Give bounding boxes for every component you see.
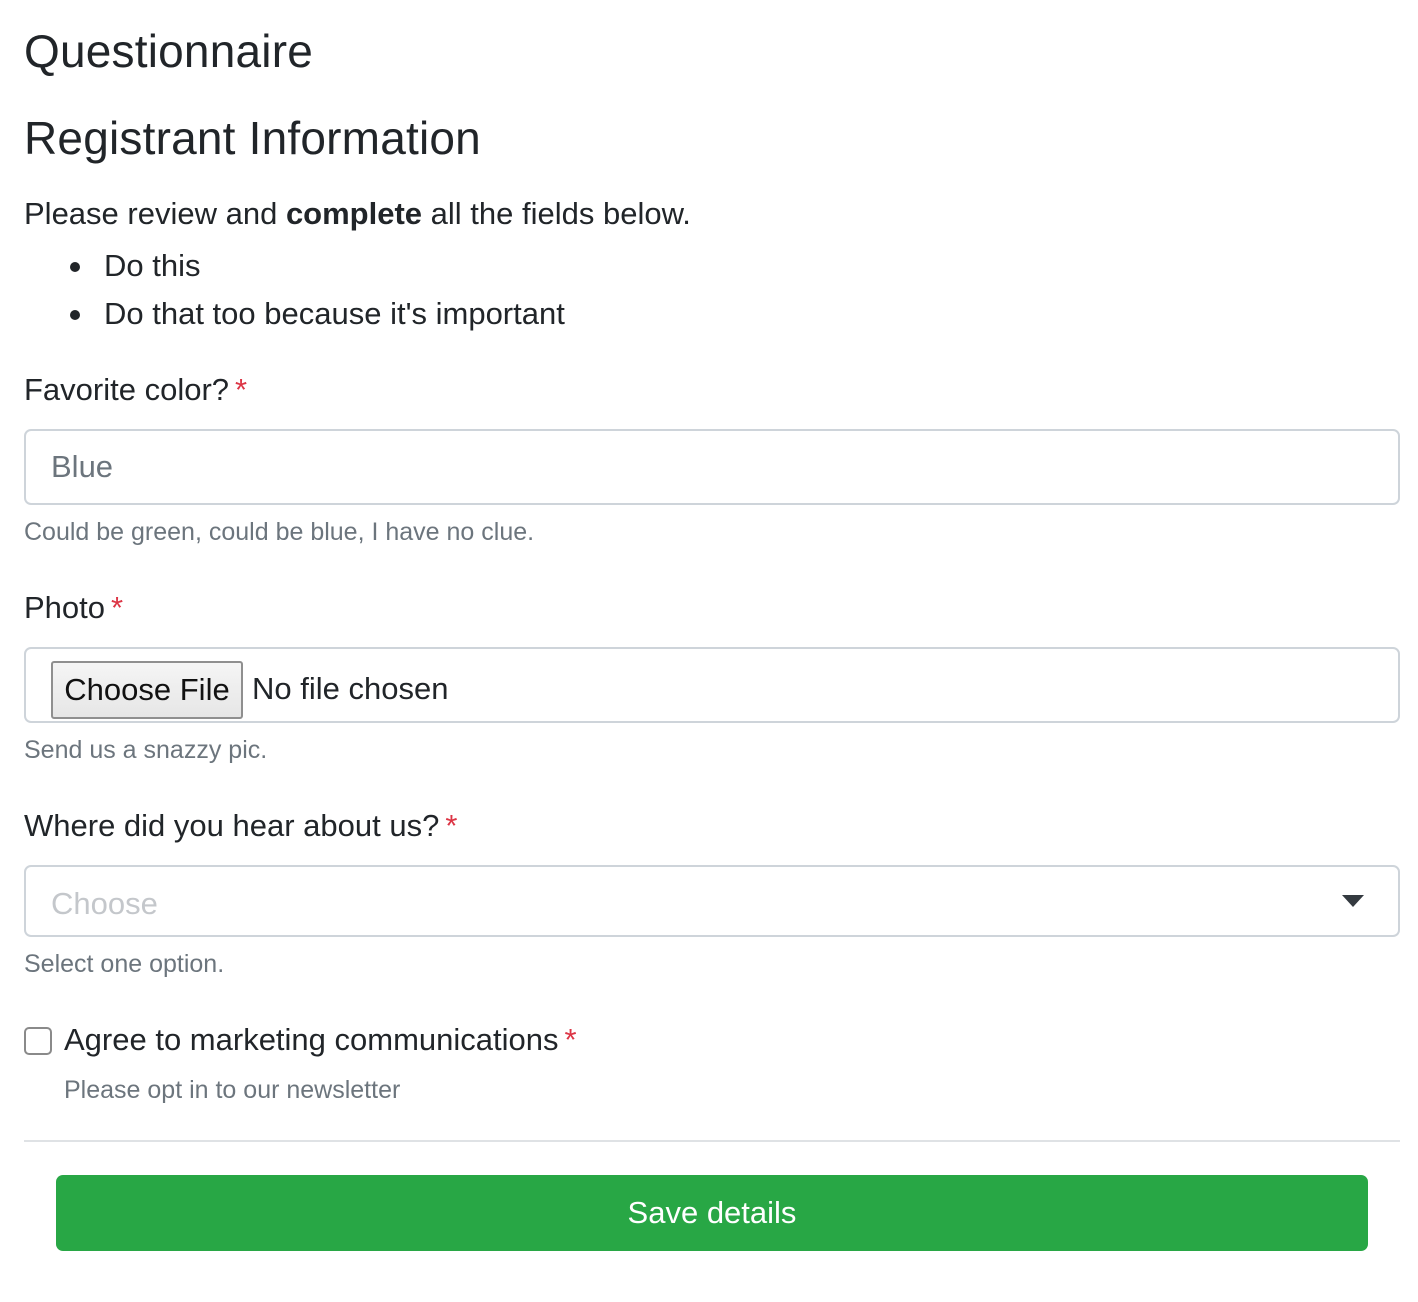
marketing-checkbox-label-text: Agree to marketing communications: [64, 1022, 559, 1057]
favorite-color-input[interactable]: [24, 429, 1400, 505]
instruction-item: Do this: [64, 242, 565, 290]
favorite-color-help: Could be green, could be blue, I have no…: [24, 518, 535, 546]
required-indicator: *: [445, 808, 458, 843]
required-indicator: *: [111, 590, 124, 625]
intro-text-before: Please review and: [24, 196, 286, 231]
bullet-icon: [70, 310, 80, 320]
instruction-item-text: Do this: [104, 248, 201, 283]
instruction-list: Do this Do that too because it's importa…: [64, 242, 565, 338]
photo-label: Photo *: [24, 588, 123, 628]
instruction-item: Do that too because it's important: [64, 290, 565, 338]
photo-file-input[interactable]: Choose File No file chosen: [24, 647, 1400, 723]
intro-text-after: all the fields below.: [422, 196, 691, 231]
marketing-checkbox[interactable]: [24, 1027, 52, 1055]
referral-source-label: Where did you hear about us? *: [24, 806, 457, 846]
page-title: Questionnaire: [24, 25, 313, 77]
marketing-checkbox-label[interactable]: Agree to marketing communications *: [64, 1020, 577, 1060]
photo-label-text: Photo: [24, 590, 106, 625]
referral-source-select[interactable]: Choose: [24, 865, 1400, 937]
referral-source-label-text: Where did you hear about us?: [24, 808, 440, 843]
save-details-button[interactable]: Save details: [56, 1175, 1368, 1251]
favorite-color-label: Favorite color? *: [24, 370, 247, 410]
intro-text-emphasis: complete: [285, 196, 423, 231]
form-divider: [24, 1140, 1400, 1142]
required-indicator: *: [235, 372, 248, 407]
section-title: Registrant Information: [24, 112, 481, 164]
file-status-text: No file chosen: [252, 671, 449, 706]
referral-source-help: Select one option.: [24, 950, 225, 978]
marketing-help: Please opt in to our newsletter: [64, 1076, 401, 1104]
select-selected-value: Choose: [51, 886, 158, 921]
bullet-icon: [70, 262, 80, 272]
favorite-color-label-text: Favorite color?: [24, 372, 230, 407]
required-indicator: *: [564, 1022, 577, 1057]
choose-file-button[interactable]: Choose File: [51, 661, 243, 719]
intro-text: Please review and complete all the field…: [24, 194, 691, 234]
instruction-item-text: Do that too because it's important: [104, 296, 565, 331]
caret-down-icon: [1342, 895, 1364, 907]
photo-help: Send us a snazzy pic.: [24, 736, 268, 764]
